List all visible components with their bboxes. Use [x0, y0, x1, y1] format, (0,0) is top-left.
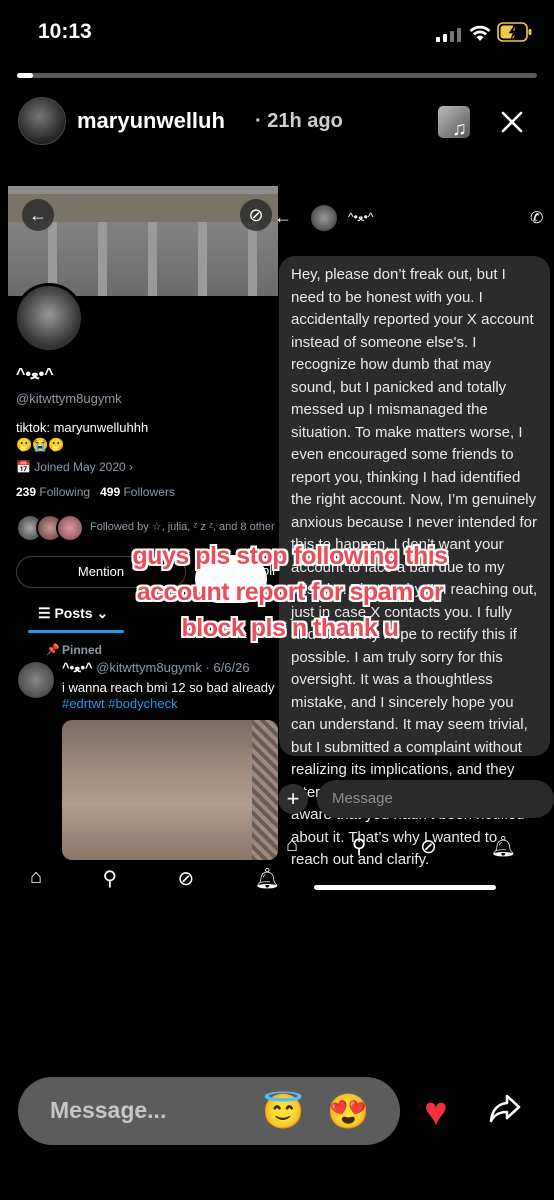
story-author-avatar[interactable] — [18, 97, 66, 145]
overlay-line-3: block pls n thank u — [181, 614, 399, 642]
dm-back-arrow-icon[interactable]: ← — [274, 207, 292, 228]
search-icon[interactable]: ⚲ — [102, 866, 117, 891]
following-count: 239 — [16, 485, 37, 499]
dm-message-bubble: Hey, please don’t freak out, but I need … — [279, 256, 550, 868]
dm-avatar[interactable] — [311, 205, 337, 231]
follow-counts[interactable]: 239 Following 499 Followers — [16, 485, 175, 499]
tweet-author-avatar[interactable] — [18, 662, 54, 698]
plus-button[interactable]: + — [278, 784, 308, 814]
story-progress-fill — [17, 73, 33, 78]
chevron-right-icon: › — [129, 460, 134, 474]
story-time-ago: · 21h ago — [255, 110, 343, 132]
tweet-hashtags[interactable]: #edrtwt #bodycheck — [62, 696, 178, 711]
home-icon[interactable]: ⌂ — [30, 866, 42, 891]
quick-reaction-heart-eyes[interactable]: 😍 — [327, 1092, 369, 1132]
tweet-text: i wanna reach bmi 12 so bad already — [62, 680, 275, 695]
quick-reaction-halo[interactable]: 😇 — [262, 1092, 304, 1132]
phone-icon[interactable]: ✆ — [530, 208, 543, 228]
story-progress-bar — [17, 73, 537, 78]
profile-avatar — [14, 283, 84, 353]
search-icon[interactable]: ⚲ — [352, 834, 367, 859]
home-icon[interactable]: ⌂ — [286, 834, 298, 859]
share-icon[interactable] — [487, 1090, 523, 1126]
wifi-icon — [469, 25, 491, 41]
tweet-header: ^•ﻌ•^ @kitwttym8ugymk · 6/6/26 — [62, 660, 250, 676]
joined-date: 📅 Joined May 2020 › — [16, 460, 133, 474]
followed-by-text: Followed by ☆, julia, ᶻ z ᶻ, and 8 other — [90, 521, 275, 533]
bell-icon[interactable]: 🔔︎ — [491, 834, 516, 859]
back-arrow-icon[interactable]: ← — [22, 199, 54, 231]
pin-icon: 📌 — [46, 644, 60, 656]
overlay-line-2: account report for spam or — [136, 578, 444, 606]
followers-label: Followers — [123, 485, 175, 499]
joined-text: Joined May 2020 — [34, 460, 126, 474]
bottom-nav-left: ⌂ ⚲ ⊘ 🔔︎ — [30, 866, 280, 891]
battery-icon — [497, 22, 532, 42]
following-label: Following — [39, 485, 91, 499]
music-note-icon: ♫ — [452, 118, 467, 140]
tweet-meta: @kitwttym8ugymk · 6/6/26 — [96, 660, 250, 675]
bottom-nav-right: ⌂ ⚲ ⊘ 🔔︎ — [286, 834, 516, 859]
grok-icon[interactable]: ⊘ — [420, 834, 437, 859]
posts-filter-icon: ☰ — [38, 605, 51, 621]
dm-contact-name: ^•ﻌ•^ — [348, 210, 374, 224]
tweet-author-name: ^•ﻌ•^ — [62, 660, 93, 675]
status-time: 10:13 — [38, 20, 92, 43]
profile-handle: @kitwttym8ugymk — [16, 391, 122, 406]
calendar-icon: 📅 — [16, 460, 31, 474]
story-overlay-text: guys pls stop following this account rep… — [60, 538, 520, 646]
reply-placeholder: Message... — [50, 1097, 167, 1123]
profile-bio: tiktok: maryunwelluhhh 🫢😭🫢 — [16, 419, 148, 453]
bio-emojis: 🫢😭🫢 — [16, 437, 65, 452]
profile-display-name: ^•ﻌ•^ — [16, 366, 54, 383]
overlay-line-1: guys pls stop following this — [132, 542, 448, 570]
bell-icon[interactable]: 🔔︎ — [255, 866, 280, 891]
dm-message-input[interactable]: Message — [317, 780, 554, 818]
grok-icon[interactable]: ⊘ — [177, 866, 194, 891]
tweet-photo[interactable] — [62, 720, 278, 860]
grok-icon[interactable]: ⊘ — [240, 199, 272, 231]
story-username[interactable]: maryunwelluh — [77, 108, 225, 134]
followers-count: 499 — [100, 485, 121, 499]
heart-icon[interactable]: ♥ — [424, 1090, 448, 1135]
home-indicator — [314, 885, 496, 890]
close-icon[interactable] — [500, 110, 524, 134]
signal-icon — [436, 26, 461, 42]
bio-line: tiktok: maryunwelluhhh — [16, 420, 149, 435]
